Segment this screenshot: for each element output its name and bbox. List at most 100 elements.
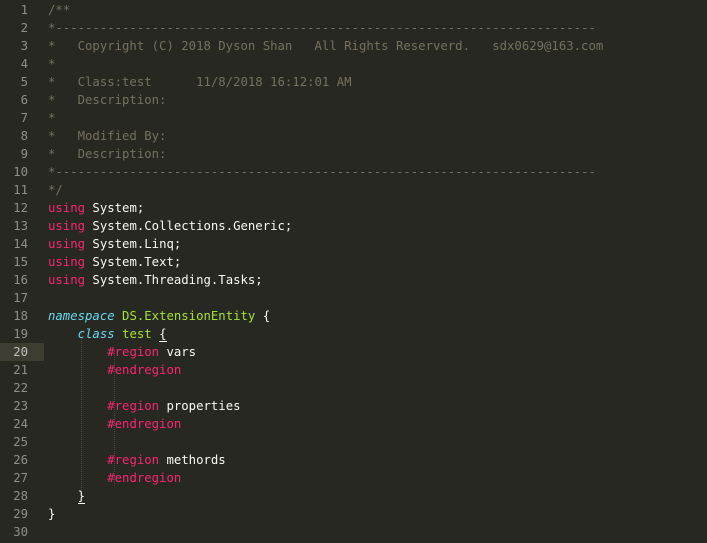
code-line[interactable]: #region properties [48,397,703,415]
code-line[interactable]: using System; [48,199,703,217]
line-number[interactable]: 9 [0,145,28,163]
code-token: System.Collections.Generic; [85,219,293,233]
code-token: System; [85,201,145,215]
line-number[interactable]: 2 [0,19,28,37]
code-line[interactable]: #endregion [48,361,703,379]
code-token: #region [107,399,160,413]
code-line[interactable]: *---------------------------------------… [48,163,703,181]
line-number[interactable]: 15 [0,253,28,271]
line-number[interactable]: 30 [0,523,28,541]
line-number[interactable]: 19 [0,325,28,343]
line-number[interactable]: 1 [0,1,28,19]
code-line[interactable]: #region methords [48,451,703,469]
line-number[interactable]: 13 [0,217,28,235]
code-line[interactable]: using System.Linq; [48,235,703,253]
code-token: test [122,327,152,341]
code-line[interactable]: * Modified By: [48,127,703,145]
line-number[interactable]: 5 [0,73,28,91]
code-token: using [48,255,86,269]
code-line[interactable]: #endregion [48,415,703,433]
code-token: using [48,201,86,215]
line-number[interactable]: 25 [0,433,28,451]
line-number[interactable]: 26 [0,451,28,469]
code-token: { [255,309,271,323]
code-line[interactable]: * [48,109,703,127]
code-line[interactable] [48,289,703,307]
code-text-area[interactable]: /** *------------------------------------… [44,0,707,543]
code-token: #endregion [107,417,182,431]
line-number-current[interactable]: 20 [0,343,44,361]
code-token: } [77,489,86,504]
code-line[interactable] [48,523,703,541]
code-line[interactable]: *---------------------------------------… [48,19,703,37]
code-token: using [48,237,86,251]
line-number[interactable]: 7 [0,109,28,127]
code-token: DS.ExtensionEntity [122,309,256,323]
line-number[interactable]: 16 [0,271,28,289]
code-token: #region [107,345,160,359]
code-token: #endregion [107,363,182,377]
code-line[interactable]: #endregion [48,469,703,487]
line-number[interactable]: 17 [0,289,28,307]
line-number[interactable]: 22 [0,379,28,397]
code-token: * Description: [48,147,167,161]
code-line[interactable] [48,379,703,397]
code-editor[interactable]: 1 2 3 4 5 6 7 8 9 10 11 12 13 14 15 16 17 18 19 20 21 22 23 24 2… [0,0,707,543]
code-line[interactable]: /** [48,1,703,19]
line-number[interactable]: 11 [0,181,28,199]
line-number[interactable]: 3 [0,37,28,55]
code-line[interactable]: * Class:test 11/8/2018 16:12:01 AM [48,73,703,91]
line-number[interactable]: 18 [0,307,28,325]
line-number[interactable]: 12 [0,199,28,217]
line-number[interactable]: 23 [0,397,28,415]
code-line[interactable]: * [48,55,703,73]
code-token: System.Text; [85,255,182,269]
code-token: System.Linq; [85,237,182,251]
code-token: { [159,327,167,342]
code-token: } [48,507,56,521]
code-line[interactable]: * Description: [48,91,703,109]
line-number[interactable]: 4 [0,55,28,73]
code-line[interactable]: namespace DS.ExtensionEntity { [48,307,703,325]
code-token: #endregion [107,471,182,485]
code-token: * Copyright (C) 2018 Dyson Shan All Righ… [48,39,604,53]
code-line[interactable]: #region vars [48,343,703,361]
code-line[interactable]: using System.Text; [48,253,703,271]
line-number[interactable]: 10 [0,163,28,181]
code-token: properties [159,399,241,413]
line-number[interactable]: 21 [0,361,28,379]
line-number[interactable]: 14 [0,235,28,253]
code-line[interactable]: * Description: [48,145,703,163]
line-number[interactable]: 29 [0,505,28,523]
code-token: * [48,57,56,71]
code-token: */ [48,183,63,197]
line-number-gutter[interactable]: 1 2 3 4 5 6 7 8 9 10 11 12 13 14 15 16 17 18 19 20 21 22 23 24 2… [0,0,44,543]
code-line[interactable] [48,433,703,451]
code-token: #region [107,453,160,467]
line-number[interactable]: 6 [0,91,28,109]
code-token: *---------------------------------------… [48,165,596,179]
line-number[interactable]: 8 [0,127,28,145]
code-line[interactable]: } [48,487,703,505]
line-number-text: 20 [13,345,28,359]
code-line[interactable]: class test { [48,325,703,343]
code-token: class [77,327,115,341]
code-token: using [48,219,86,233]
code-line[interactable]: */ [48,181,703,199]
line-number[interactable]: 28 [0,487,28,505]
code-line[interactable]: } [48,505,703,523]
code-line[interactable]: using System.Threading.Tasks; [48,271,703,289]
code-line[interactable]: * Copyright (C) 2018 Dyson Shan All Righ… [48,37,703,55]
code-line[interactable]: using System.Collections.Generic; [48,217,703,235]
line-number[interactable]: 27 [0,469,28,487]
code-token: System.Threading.Tasks; [85,273,263,287]
code-token: /** [48,3,71,17]
line-number[interactable]: 24 [0,415,28,433]
